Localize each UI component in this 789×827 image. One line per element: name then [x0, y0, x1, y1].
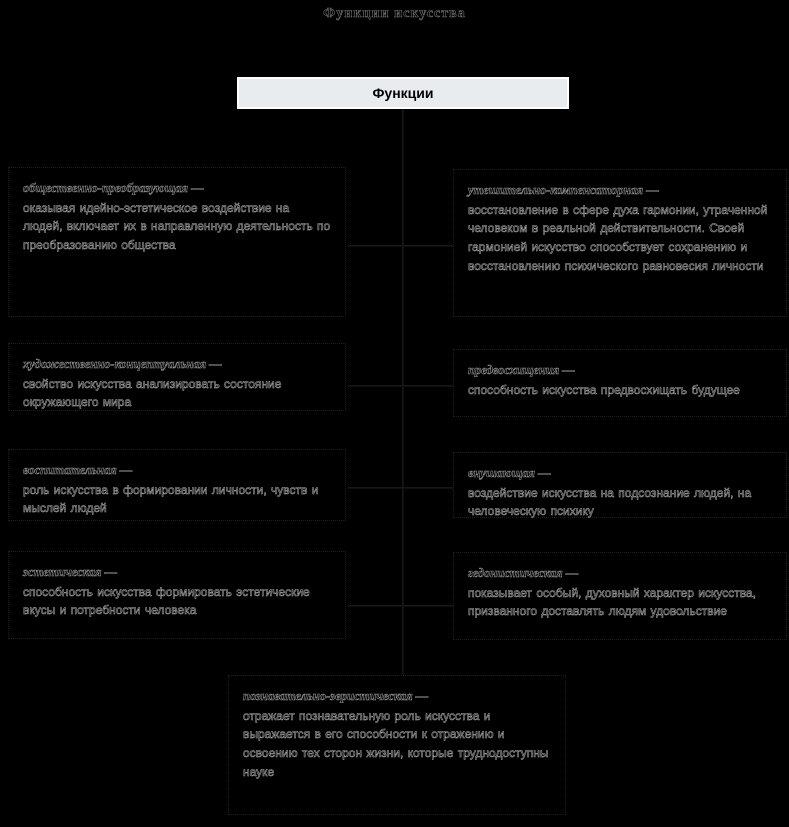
node-description: способность искусства предвосхищать буду… — [468, 382, 740, 397]
diagram-canvas: Функции искусства Функции общественно-пр… — [0, 0, 789, 827]
node-term: внушающая — — [468, 466, 551, 481]
connector-branch-right-2 — [402, 385, 454, 387]
root-node-label: Функции — [372, 85, 434, 101]
node-term: предвосхищения — — [468, 363, 575, 378]
node-description: показывает особый, духовный характер иск… — [468, 585, 756, 619]
node-poznavatelno-evristicheskaya[interactable]: познавательно-эвристическая — отражает п… — [228, 675, 566, 815]
node-gedonisticheskaya[interactable]: гедонистическая — показывает особый, дух… — [453, 552, 787, 640]
node-predvoshisheniya[interactable]: предвосхищения — способность искусства п… — [453, 349, 787, 417]
node-description: восстановление в сфере духа гармонии, ут… — [468, 202, 768, 273]
connector-spine-vertical — [402, 109, 404, 676]
node-term: воспитательная — — [23, 463, 133, 478]
node-term: утешительно-компенсаторная — — [468, 183, 659, 198]
connector-branch-right-1 — [402, 245, 454, 247]
node-term: познавательно-эвристическая — — [243, 689, 429, 704]
node-description: способность искусства формировать эстети… — [23, 584, 310, 618]
node-term: эстетическая — — [23, 565, 118, 580]
page-title: Функции искусства — [323, 6, 466, 22]
node-vnushayushaya[interactable]: внушающая — воздействие искусства на под… — [453, 452, 787, 519]
node-description: воздействие искусства на подсознание люд… — [468, 485, 752, 519]
node-description: оказывая идейно-эстетическое воздействие… — [23, 200, 331, 253]
connector-branch-left-4 — [348, 605, 403, 607]
node-esteticheskaya[interactable]: эстетическая — способность искусства фор… — [8, 551, 346, 639]
root-node-functions[interactable]: Функции — [237, 77, 569, 109]
node-vospitatelnaya[interactable]: воспитательная — роль искусства в формир… — [8, 449, 346, 521]
node-description: отражает познавательную роль искусства и… — [243, 708, 549, 779]
node-term: художественно-концептуальная — — [23, 357, 222, 372]
node-term: общественно-преобразующая — — [23, 181, 204, 196]
node-term: гедонистическая — — [468, 566, 579, 581]
connector-branch-left-3 — [348, 487, 403, 489]
connector-branch-left-2 — [348, 385, 403, 387]
node-hudozhestvenno-konceptualnaya[interactable]: художественно-концептуальная — свойство … — [8, 343, 346, 411]
node-description: свойство искусства анализировать состоян… — [23, 376, 282, 410]
connector-branch-left-1 — [348, 245, 403, 247]
node-uteshitelno-kompensatornaya[interactable]: утешительно-компенсаторная — восстановле… — [453, 169, 787, 317]
node-description: роль искусства в формировании личности, … — [23, 482, 319, 516]
connector-branch-right-3 — [402, 487, 454, 489]
node-obshestvenno-preobrazuyushaya[interactable]: общественно-преобразующая — оказывая иде… — [8, 167, 346, 317]
connector-branch-right-4 — [402, 605, 454, 607]
